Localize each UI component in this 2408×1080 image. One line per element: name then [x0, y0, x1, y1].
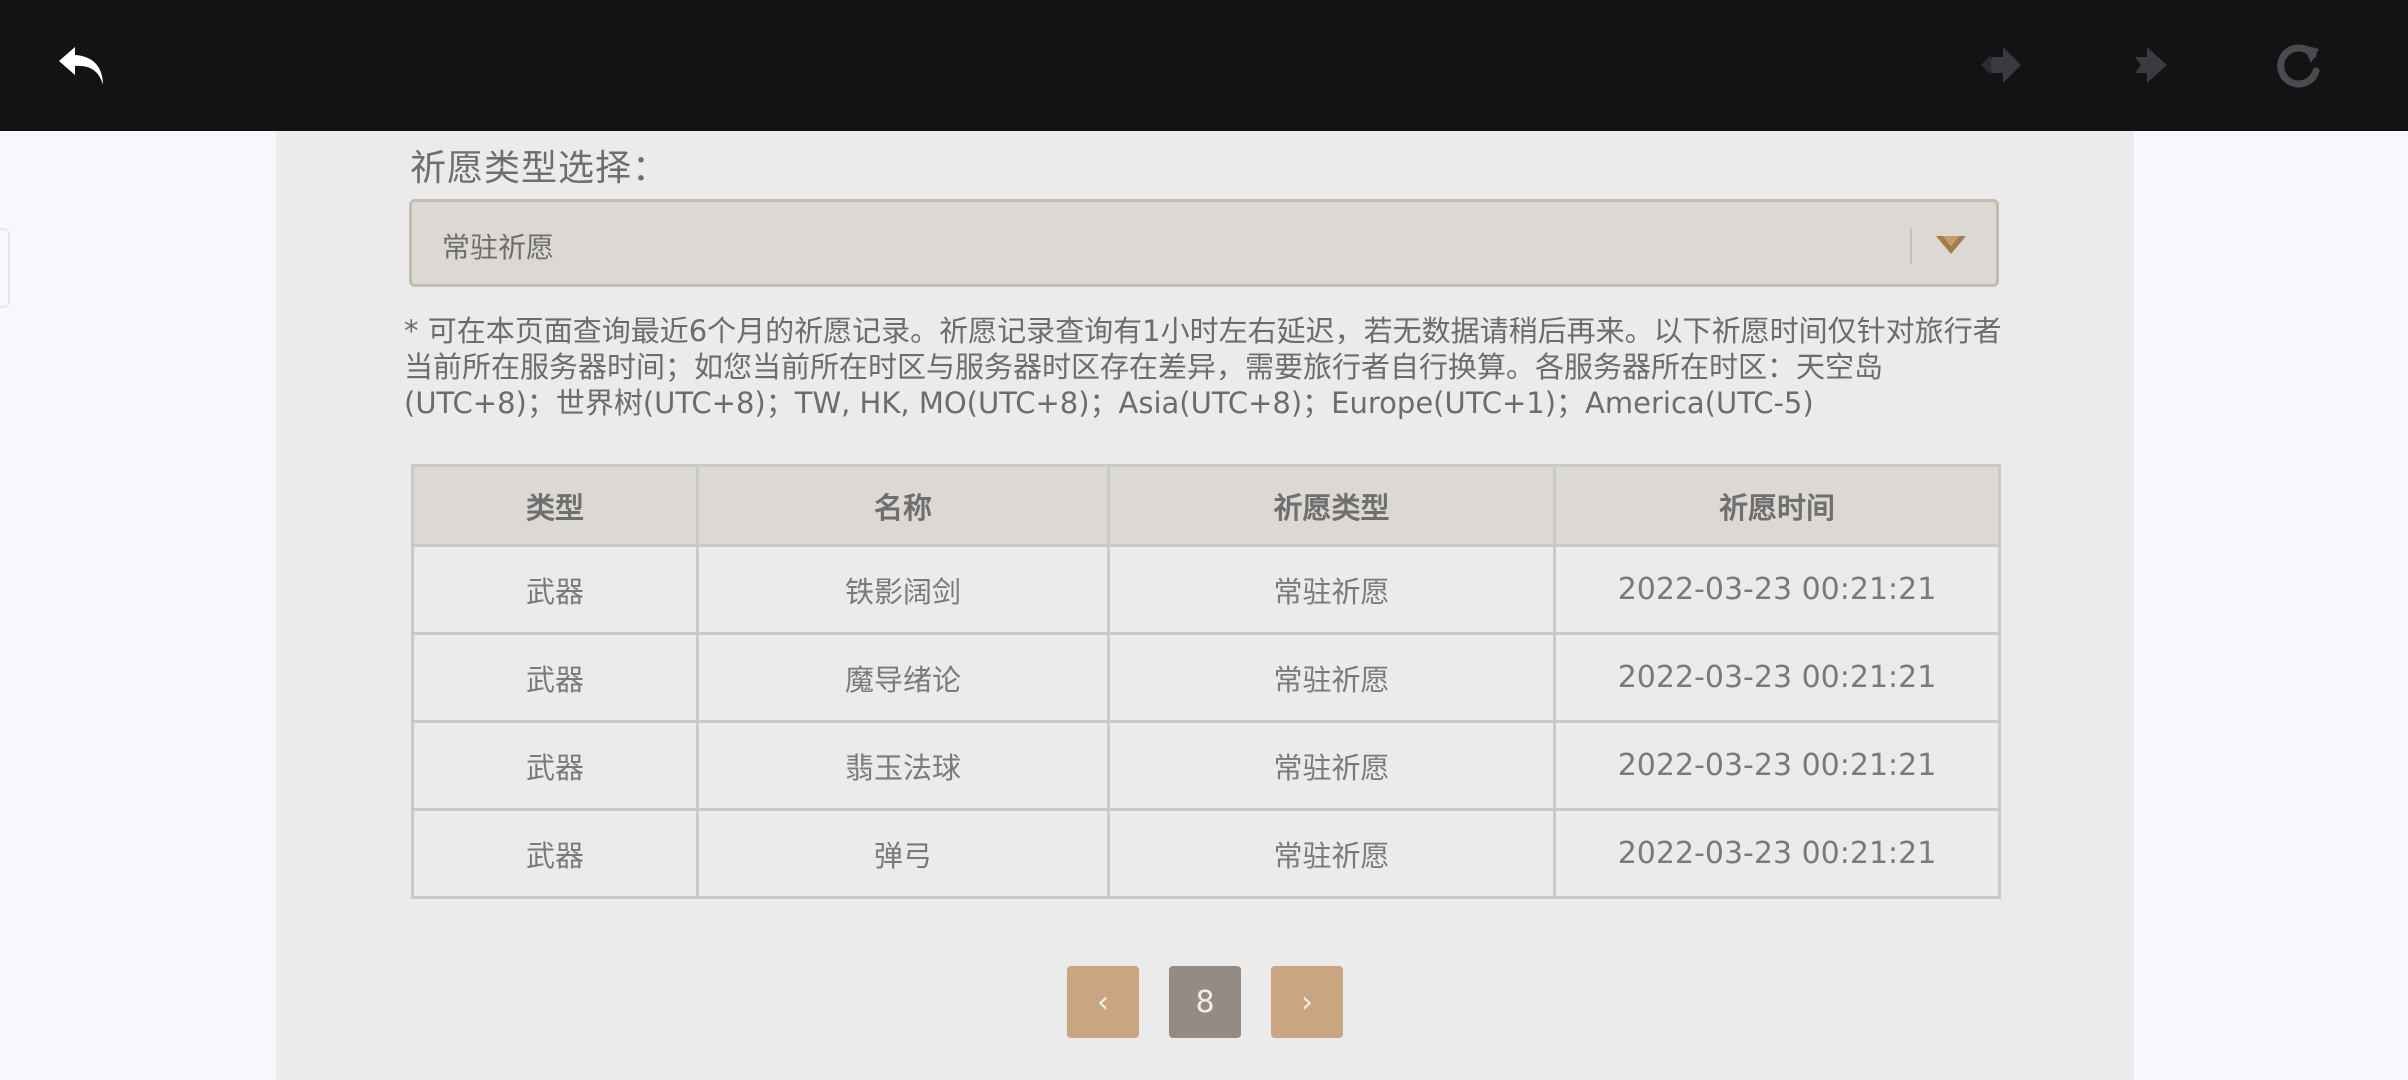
cell-type: 武器 [411, 808, 699, 899]
cell-name: 翡玉法球 [696, 720, 1110, 811]
prev-page-button[interactable]: ‹ [1067, 966, 1139, 1038]
cell-type: 武器 [411, 544, 699, 635]
cell-type: 武器 [411, 632, 699, 723]
cell-type: 武器 [411, 720, 699, 811]
select-label: 祈愿类型选择： [410, 148, 670, 189]
table-row: 武器 铁影阔剑 常驻祈愿 2022-03-23 00:21:21 [411, 544, 2001, 635]
dropdown-divider [1910, 228, 1912, 264]
browser-toolbar [0, 0, 2408, 131]
table-row: 武器 魔导绪论 常驻祈愿 2022-03-23 00:21:21 [411, 632, 2001, 723]
cell-wish-type: 常驻祈愿 [1107, 544, 1556, 635]
header-type: 类型 [411, 464, 699, 547]
cell-name: 铁影阔剑 [696, 544, 1110, 635]
header-name: 名称 [696, 464, 1110, 547]
table-row: 武器 翡玉法球 常驻祈愿 2022-03-23 00:21:21 [411, 720, 2001, 811]
table-header-row: 类型 名称 祈愿类型 祈愿时间 [411, 464, 2001, 547]
cell-wish-type: 常驻祈愿 [1107, 632, 1556, 723]
cell-name: 魔导绪论 [696, 632, 1110, 723]
forward-icon[interactable] [2118, 36, 2178, 96]
wish-type-dropdown[interactable]: 常驻祈愿 [409, 199, 1999, 287]
reload-icon[interactable] [2268, 36, 2328, 96]
forward-icon[interactable] [1970, 36, 2030, 96]
cell-wish-time: 2022-03-23 00:21:21 [1553, 544, 2001, 635]
current-page-indicator: 8 [1169, 966, 1241, 1038]
cell-name: 弹弓 [696, 808, 1110, 899]
next-page-button[interactable]: › [1271, 966, 1343, 1038]
header-wish-type: 祈愿类型 [1107, 464, 1556, 547]
table-row: 武器 弹弓 常驻祈愿 2022-03-23 00:21:21 [411, 808, 2001, 899]
cell-wish-time: 2022-03-23 00:21:21 [1553, 632, 2001, 723]
cell-wish-time: 2022-03-23 00:21:21 [1553, 720, 2001, 811]
side-tab [0, 228, 10, 308]
back-icon[interactable] [52, 36, 112, 96]
wish-table: 类型 名称 祈愿类型 祈愿时间 武器 铁影阔剑 常驻祈愿 2022-03-23 … [411, 464, 2001, 899]
header-wish-time: 祈愿时间 [1553, 464, 2001, 547]
notice-text: * 可在本页面查询最近6个月的祈愿记录。祈愿记录查询有1小时左右延迟，若无数据请… [404, 314, 2002, 420]
wish-history-panel: 祈愿类型选择： 常驻祈愿 * 可在本页面查询最近6个月的祈愿记录。祈愿记录查询有… [276, 131, 2134, 1080]
cell-wish-type: 常驻祈愿 [1107, 808, 1556, 899]
chevron-down-icon[interactable] [1934, 232, 1968, 258]
cell-wish-type: 常驻祈愿 [1107, 720, 1556, 811]
dropdown-value: 常驻祈愿 [442, 231, 555, 264]
cell-wish-time: 2022-03-23 00:21:21 [1553, 808, 2001, 899]
pagination: ‹ 8 › [276, 966, 2134, 1038]
